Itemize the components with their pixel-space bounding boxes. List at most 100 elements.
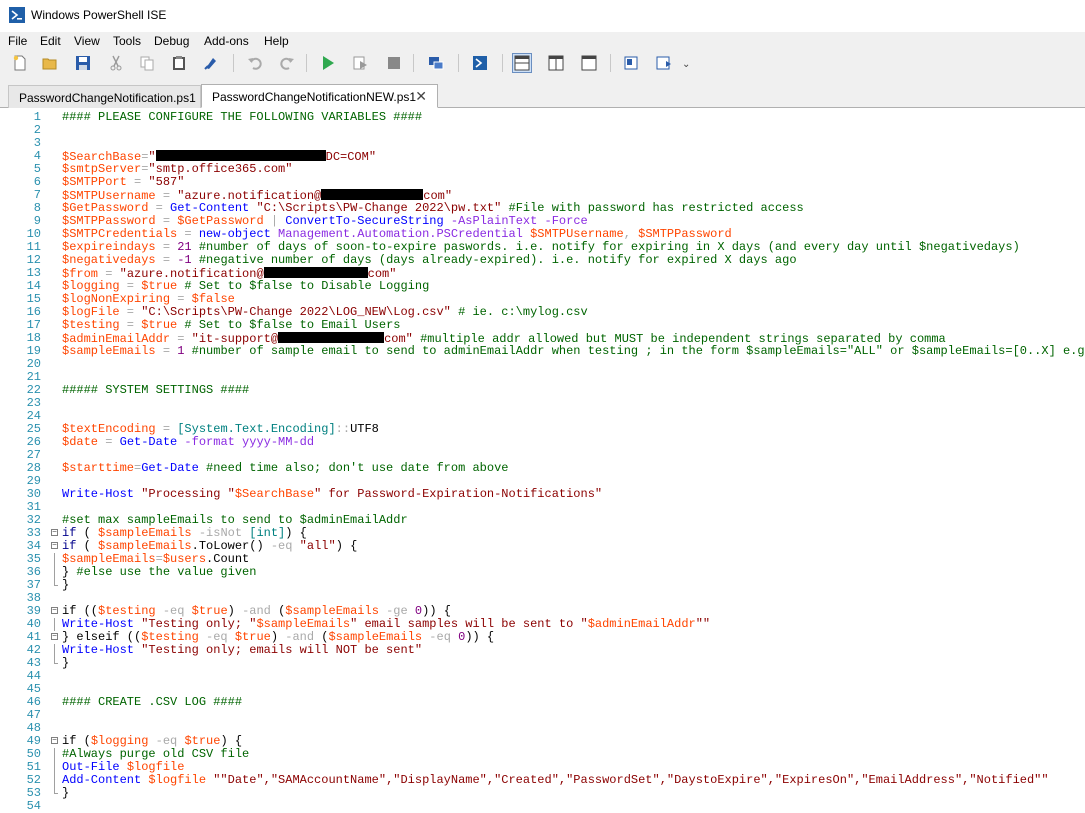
undo-icon[interactable] bbox=[245, 53, 265, 73]
code-text[interactable]: $date = Get-Date -format yyyy-MM-dd bbox=[62, 436, 314, 449]
code-text[interactable]: $negativedays = -1 #negative number of d… bbox=[62, 254, 797, 267]
code-line[interactable]: 52 Add-Content $logfile ""Date","SAMAccou… bbox=[0, 774, 1085, 787]
code-area[interactable]: 1 #### PLEASE CONFIGURE THE FOLLOWING VAR… bbox=[0, 111, 1085, 813]
code-token: $true bbox=[141, 279, 178, 293]
code-text[interactable]: #### CREATE .CSV LOG #### bbox=[62, 696, 242, 709]
code-line[interactable]: 1 #### PLEASE CONFIGURE THE FOLLOWING VAR… bbox=[0, 111, 1085, 124]
redaction-bar bbox=[155, 150, 326, 161]
menu-help[interactable]: Help bbox=[264, 34, 289, 48]
redo-icon[interactable] bbox=[277, 53, 297, 73]
new-file-icon[interactable] bbox=[10, 53, 30, 73]
code-text[interactable]: } #else use the value given bbox=[62, 566, 256, 579]
close-icon[interactable]: ✕ bbox=[415, 88, 427, 105]
code-text[interactable]: $starttime=Get-Date #need time also; don… bbox=[62, 462, 508, 475]
code-token: $GetPassword bbox=[62, 201, 149, 215]
code-line[interactable]: 30 Write-Host "Processing "$SearchBase" f… bbox=[0, 488, 1085, 501]
collapse-region-icon[interactable]: − bbox=[51, 633, 58, 641]
code-line[interactable]: 3 bbox=[0, 137, 1085, 150]
code-token: = bbox=[98, 435, 120, 449]
code-text[interactable]: Add-Content $logfile ""Date","SAMAccount… bbox=[62, 774, 1049, 787]
code-line[interactable]: 26 $date = Get-Date -format yyyy-MM-dd bbox=[0, 436, 1085, 449]
code-line[interactable]: 22 ##### SYSTEM SETTINGS #### bbox=[0, 384, 1085, 397]
code-text[interactable]: } bbox=[62, 787, 69, 800]
collapse-region-icon[interactable]: − bbox=[51, 737, 58, 745]
show-script-pane-right-icon[interactable] bbox=[546, 53, 566, 73]
code-line[interactable]: 6 $SMTPPort = "587" bbox=[0, 176, 1085, 189]
code-text[interactable]: ##### SYSTEM SETTINGS #### bbox=[62, 384, 249, 397]
code-token: -eq bbox=[155, 604, 192, 618]
code-token: ) { bbox=[335, 539, 358, 553]
code-line[interactable]: 36} #else use the value given bbox=[0, 566, 1085, 579]
code-token: -ge bbox=[378, 604, 415, 618]
run-script-icon[interactable] bbox=[318, 53, 338, 73]
fold-guide bbox=[54, 618, 55, 631]
copy-icon[interactable] bbox=[137, 53, 157, 73]
code-token: #File with password has restricted acces… bbox=[501, 201, 804, 215]
show-script-pane-maximized-icon[interactable] bbox=[579, 53, 599, 73]
cut-icon[interactable] bbox=[106, 53, 126, 73]
code-text[interactable]: Write-Host "Processing "$SearchBase" for… bbox=[62, 488, 602, 501]
save-icon[interactable] bbox=[73, 53, 93, 73]
menu-edit[interactable]: Edit bbox=[40, 34, 61, 48]
code-text[interactable]: Write-Host "Testing only; emails will NO… bbox=[62, 644, 422, 657]
code-line[interactable]: 28 $starttime=Get-Date #need time also; d… bbox=[0, 462, 1085, 475]
script-editor[interactable]: 1 #### PLEASE CONFIGURE THE FOLLOWING VAR… bbox=[0, 108, 1085, 813]
code-token: $starttime bbox=[62, 461, 135, 475]
toolbar-overflow-icon[interactable]: ⌄ bbox=[682, 59, 690, 70]
powershell-console-icon[interactable] bbox=[470, 53, 490, 73]
code-token: "Testing only; " bbox=[141, 617, 257, 631]
code-text[interactable]: $SMTPPort = "587" bbox=[62, 176, 184, 189]
code-token: ##### SYSTEM SETTINGS #### bbox=[62, 383, 250, 397]
run-selection-icon[interactable] bbox=[350, 53, 370, 73]
code-line[interactable]: 37} bbox=[0, 579, 1085, 592]
code-token: | bbox=[263, 214, 286, 228]
code-token: $true bbox=[141, 318, 178, 332]
collapse-region-icon[interactable]: − bbox=[51, 542, 58, 550]
clear-console-icon[interactable] bbox=[201, 53, 221, 73]
menu-file[interactable]: File bbox=[8, 34, 27, 48]
menu-add-ons[interactable]: Add-ons bbox=[204, 34, 249, 48]
show-command-addon-icon[interactable] bbox=[654, 53, 674, 73]
show-script-pane-top-icon[interactable] bbox=[512, 53, 532, 73]
code-token: = bbox=[155, 253, 178, 267]
code-text[interactable]: } bbox=[62, 579, 69, 592]
collapse-region-icon[interactable]: − bbox=[51, 529, 58, 537]
code-token: ) bbox=[270, 630, 286, 644]
redaction-bar bbox=[321, 189, 424, 200]
code-line[interactable]: 20 bbox=[0, 358, 1085, 371]
code-token: ( bbox=[76, 526, 99, 540]
code-line[interactable]: 42 Write-Host "Testing only; emails will … bbox=[0, 644, 1085, 657]
tab-passwordchangenotification[interactable]: PasswordChangeNotification.ps1 bbox=[8, 85, 201, 108]
code-token: Write-Host bbox=[62, 617, 135, 631]
code-text[interactable]: } bbox=[62, 657, 69, 670]
collapse-region-icon[interactable]: − bbox=[51, 607, 58, 615]
code-text[interactable]: #### PLEASE CONFIGURE THE FOLLOWING VARI… bbox=[62, 111, 422, 124]
menu-debug[interactable]: Debug bbox=[154, 34, 189, 48]
stop-icon[interactable] bbox=[384, 53, 404, 73]
code-token: " email samples will be sent to " bbox=[350, 617, 588, 631]
show-command-window-icon[interactable] bbox=[621, 53, 641, 73]
menu-view[interactable]: View bbox=[74, 34, 100, 48]
code-line[interactable]: 53} bbox=[0, 787, 1085, 800]
menu-tools[interactable]: Tools bbox=[113, 34, 141, 48]
code-text[interactable]: $sampleEmails = 1 #number of sample emai… bbox=[62, 345, 1085, 358]
code-line[interactable]: 44 bbox=[0, 670, 1085, 683]
powershell-ise-icon bbox=[9, 7, 25, 23]
tab-passwordchangenotificationnew[interactable]: PasswordChangeNotificationNEW.ps1 ✕ bbox=[201, 84, 438, 108]
code-token: "C:\Scripts\PW-Change 2022\pw.txt" bbox=[256, 201, 502, 215]
remote-powershell-icon[interactable] bbox=[426, 53, 446, 73]
open-file-icon[interactable] bbox=[40, 53, 60, 73]
code-token: $SMTPPassword bbox=[62, 214, 156, 228]
code-line[interactable]: 43} bbox=[0, 657, 1085, 670]
code-token: -AsPlainText -Force bbox=[443, 214, 588, 228]
paste-icon[interactable] bbox=[169, 53, 189, 73]
code-line[interactable]: 12 $negativedays = -1 #negative number of… bbox=[0, 254, 1085, 267]
code-line[interactable]: 47 bbox=[0, 709, 1085, 722]
code-line[interactable]: 17 $testing = $true # Set to $false to Em… bbox=[0, 319, 1085, 332]
code-line[interactable]: 2 bbox=[0, 124, 1085, 137]
code-line[interactable]: 46 #### CREATE .CSV LOG #### bbox=[0, 696, 1085, 709]
code-line[interactable]: 54 bbox=[0, 800, 1085, 813]
code-line[interactable]: 19 $sampleEmails = 1 #number of sample em… bbox=[0, 345, 1085, 358]
code-text[interactable]: $testing = $true # Set to $false to Emai… bbox=[62, 319, 400, 332]
code-line[interactable]: 23 bbox=[0, 397, 1085, 410]
